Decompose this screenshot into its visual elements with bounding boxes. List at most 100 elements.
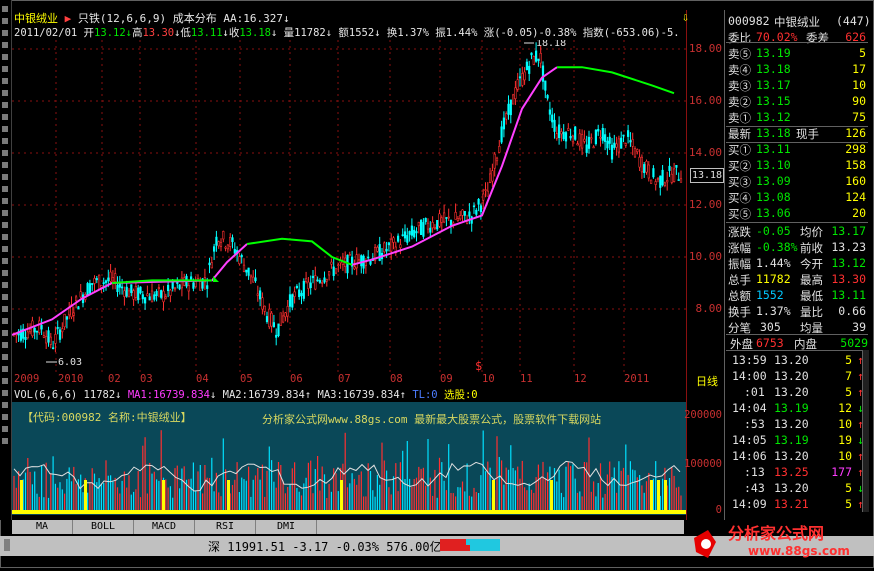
toolbar-button[interactable] xyxy=(2,270,8,276)
volume-bar xyxy=(618,461,620,510)
volume-bar xyxy=(675,487,677,510)
toolbar-button[interactable] xyxy=(2,210,8,216)
turnover-value: 1.37% xyxy=(397,27,429,39)
toolbar-button[interactable] xyxy=(2,330,8,336)
tab-dmi[interactable]: DMI xyxy=(256,520,317,534)
toolbar-button[interactable] xyxy=(2,126,8,132)
volume-bar xyxy=(250,496,252,510)
arrow-down-icon: ↓ xyxy=(325,27,333,39)
lock-icon[interactable]: ⇩ xyxy=(682,10,689,24)
date-tick: 06 xyxy=(290,373,303,385)
toolbar-button[interactable] xyxy=(2,114,8,120)
toolbar-button[interactable] xyxy=(2,282,8,288)
candle-body xyxy=(56,326,59,329)
volume-bar xyxy=(15,487,17,510)
period-label[interactable]: 日线 xyxy=(696,373,718,389)
candlesticks xyxy=(12,42,683,353)
toolbar-button[interactable] xyxy=(2,366,8,372)
volume-bar xyxy=(149,462,151,510)
arrow-down-icon: ↓ xyxy=(374,27,381,39)
toolbar-button[interactable] xyxy=(2,30,8,36)
candle-body xyxy=(252,276,255,283)
toolbar-button[interactable] xyxy=(2,102,8,108)
candle-body xyxy=(477,199,480,205)
volume-bar xyxy=(570,466,572,510)
volume-bar xyxy=(671,467,673,510)
volume-bar xyxy=(158,480,160,510)
toolbar-button[interactable] xyxy=(2,198,8,204)
indicator-name[interactable]: 只铁(12,6,6,9) xyxy=(78,12,166,25)
toolbar-button[interactable] xyxy=(2,66,8,72)
volume-bar xyxy=(457,487,459,510)
toolbar-button[interactable] xyxy=(2,438,8,444)
tick-list-scrollbar[interactable] xyxy=(862,350,869,512)
volume-bar xyxy=(436,497,438,510)
candle-body xyxy=(417,221,420,227)
candle-body xyxy=(357,259,361,262)
volume-bar xyxy=(632,469,634,510)
toolbar-button[interactable] xyxy=(2,318,8,324)
toolbar-button[interactable] xyxy=(2,42,8,48)
arrow-down-icon: ↓ xyxy=(115,389,122,401)
toolbar-button[interactable] xyxy=(2,162,8,168)
stats-table: 涨跌 -0.05 均价 13.17 涨幅 -0.38% 前收 13.23 振幅 1.44% 今开… xyxy=(726,222,868,335)
candle-body xyxy=(597,129,600,132)
toolbar-button[interactable] xyxy=(2,342,8,348)
toolbar-button[interactable] xyxy=(2,390,8,396)
toolbar-button[interactable] xyxy=(2,174,8,180)
volume-indicator-name[interactable]: VOL(6,6,6) xyxy=(14,389,77,401)
tab-ma[interactable]: MA xyxy=(12,520,73,534)
toolbar-button[interactable] xyxy=(2,222,8,228)
tick-price: 13.25 xyxy=(774,465,809,479)
candle-body xyxy=(534,50,538,62)
toolbar-button[interactable] xyxy=(2,378,8,384)
toolbar-button[interactable] xyxy=(2,306,8,312)
sell-level: 卖④ 13.18 17 xyxy=(726,62,866,78)
scroll-left-icon[interactable] xyxy=(4,539,10,551)
toolbar-button[interactable] xyxy=(2,258,8,264)
candle-body xyxy=(229,237,232,247)
candle-body xyxy=(431,222,434,229)
volume-bar xyxy=(480,475,482,510)
market-index-readout: 深 11991.51 -3.17 -0.03% 576.00亿 xyxy=(208,538,442,555)
tab-rsi[interactable]: RSI xyxy=(195,520,256,534)
toolbar-button[interactable] xyxy=(2,6,8,12)
candle-body xyxy=(670,173,673,183)
toolbar-button[interactable] xyxy=(2,18,8,24)
candle-body xyxy=(491,170,494,182)
tab-macd[interactable]: MACD xyxy=(134,520,195,534)
stat-value: -0.05 xyxy=(756,224,791,238)
toolbar-button[interactable] xyxy=(2,234,8,240)
toolbar-button[interactable] xyxy=(2,354,8,360)
toolbar-button[interactable] xyxy=(2,294,8,300)
tab-boll[interactable]: BOLL xyxy=(73,520,134,534)
toolbar-button[interactable] xyxy=(2,78,8,84)
volume-bar xyxy=(257,468,259,510)
cost-distribution-label[interactable]: 成本分布 xyxy=(173,12,217,25)
volume-bar xyxy=(625,444,627,510)
stock-name[interactable]: 中银绒业 xyxy=(14,12,58,25)
toolbar-button[interactable] xyxy=(2,402,8,408)
toolbar-button[interactable] xyxy=(2,90,8,96)
toolbar-button[interactable] xyxy=(2,138,8,144)
buy-label: 买② xyxy=(728,159,751,173)
toolbar-button[interactable] xyxy=(2,426,8,432)
volume-bar xyxy=(542,461,544,510)
toolbar-button[interactable] xyxy=(2,414,8,420)
toolbar-button[interactable] xyxy=(2,246,8,252)
candle-body xyxy=(314,275,317,290)
volume-bar xyxy=(218,492,220,510)
candle-body xyxy=(295,286,299,289)
toolbar-button[interactable] xyxy=(2,150,8,156)
inner-label: 内盘 xyxy=(794,337,817,351)
date-tick: 11 xyxy=(520,373,533,385)
volume-bar xyxy=(160,430,162,510)
stat-label: 涨幅 xyxy=(728,241,751,255)
candlestick-chart[interactable]: 18.18 6.03 $ xyxy=(12,40,686,372)
volume-bar xyxy=(70,481,73,510)
last-price: 13.18 xyxy=(756,126,791,140)
toolbar-button[interactable] xyxy=(2,54,8,60)
candle-body xyxy=(624,143,627,146)
toolbar-button[interactable] xyxy=(2,186,8,192)
candle-body xyxy=(555,133,558,139)
